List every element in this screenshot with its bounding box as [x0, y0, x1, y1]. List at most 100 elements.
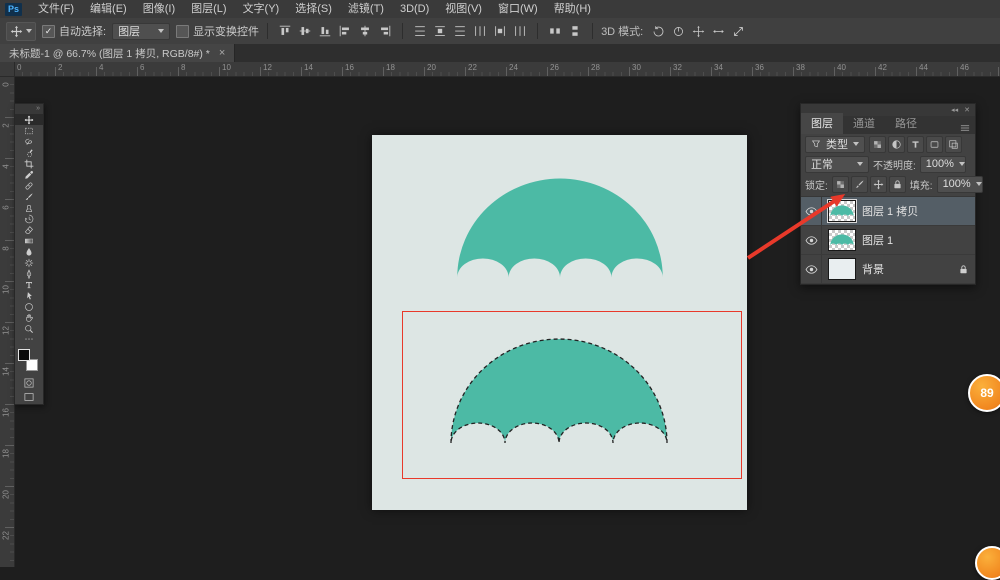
align-top-icon[interactable] [276, 22, 294, 40]
distribute-horizontal-center-icon[interactable] [491, 22, 509, 40]
path-selection-tool[interactable] [15, 290, 43, 301]
menu-item[interactable]: 视图(V) [437, 0, 490, 18]
align-horizontal-center-icon[interactable] [356, 22, 374, 40]
ruler-label: 42 [878, 63, 887, 72]
divider [592, 23, 593, 39]
3d-pan-icon[interactable] [689, 22, 707, 40]
3d-scale-icon[interactable] [729, 22, 747, 40]
3d-roll-icon[interactable] [669, 22, 687, 40]
quick-mask-icon[interactable] [15, 376, 43, 390]
menu-item[interactable]: 图像(I) [135, 0, 183, 18]
umbrella-shape-top [454, 169, 666, 287]
menu-item[interactable]: 滤镜(T) [340, 0, 392, 18]
annotation-arrow [738, 186, 853, 266]
show-transform-checkbox[interactable]: 显示变换控件 [176, 23, 259, 39]
close-panel-icon[interactable]: ✕ [964, 105, 970, 116]
zoom-tool[interactable] [15, 323, 43, 334]
menu-item[interactable]: 图层(L) [183, 0, 234, 18]
horizontal-ruler[interactable]: 0246810121416182022242628303234363840424… [14, 62, 1000, 77]
ruler-label: 34 [714, 63, 723, 72]
screen-mode-icon[interactable] [15, 390, 43, 404]
lasso-tool[interactable] [15, 136, 43, 147]
filter-type-dropdown[interactable]: 类型 [805, 136, 865, 153]
distribute-width-icon[interactable] [546, 22, 564, 40]
auto-select-target-dropdown[interactable]: 图层 [112, 23, 170, 40]
ruler-label: 20 [427, 63, 436, 72]
fill-dropdown[interactable]: 100% [937, 176, 983, 193]
floating-badge[interactable] [975, 546, 1000, 580]
distribute-icons [411, 22, 529, 40]
menu-item[interactable]: 文件(F) [30, 0, 82, 18]
distribute-height-icon[interactable] [566, 22, 584, 40]
floating-badge[interactable]: 89 [968, 374, 1000, 412]
smart-object-filter-icon[interactable] [945, 136, 962, 153]
lock-position-icon[interactable] [870, 176, 887, 193]
lock-all-icon[interactable] [889, 176, 906, 193]
toolbar-collapse-icon[interactable]: » [15, 104, 43, 114]
3d-rotate-icon[interactable] [649, 22, 667, 40]
menu-item[interactable]: 窗口(W) [490, 0, 546, 18]
ruler-label: 46 [960, 63, 969, 72]
panel-tab[interactable]: 路径 [885, 113, 927, 134]
shape-filter-icon[interactable] [926, 136, 943, 153]
blur-tool[interactable] [15, 246, 43, 257]
menu-item[interactable]: 文字(Y) [235, 0, 288, 18]
3d-slide-icon[interactable] [709, 22, 727, 40]
lock-pixels-icon[interactable] [851, 176, 868, 193]
pen-tool[interactable] [15, 268, 43, 279]
dodge-tool[interactable] [15, 257, 43, 268]
ellipse-tool[interactable] [15, 301, 43, 312]
menu-bar: Ps 文件(F)编辑(E)图像(I)图层(L)文字(Y)选择(S)滤镜(T)3D… [0, 0, 1000, 19]
panel-tab[interactable]: 图层 [801, 113, 843, 134]
lock-icon [958, 264, 969, 275]
type-tool[interactable] [15, 279, 43, 290]
align-left-icon[interactable] [336, 22, 354, 40]
clone-stamp-tool[interactable] [15, 202, 43, 213]
arrow-line [748, 200, 836, 258]
document-tab[interactable]: 未标题-1 @ 66.7% (图层 1 拷贝, RGB/8#) * × [0, 44, 235, 62]
menu-item[interactable]: 3D(D) [392, 0, 437, 18]
ruler-label: 38 [796, 63, 805, 72]
type-filter-icon[interactable] [907, 136, 924, 153]
collapse-panel-icon[interactable]: ◂◂ [951, 105, 958, 116]
blend-mode-dropdown[interactable]: 正常 [805, 156, 869, 173]
distribute-top-icon[interactable] [411, 22, 429, 40]
ruler-label: 24 [509, 63, 518, 72]
document-canvas[interactable] [372, 135, 747, 510]
align-vertical-center-icon[interactable] [296, 22, 314, 40]
crop-tool[interactable] [15, 158, 43, 169]
hand-tool[interactable] [15, 312, 43, 323]
panel-menu-icon[interactable] [959, 122, 971, 134]
history-brush-tool[interactable] [15, 213, 43, 224]
align-bottom-icon[interactable] [316, 22, 334, 40]
gradient-tool[interactable] [15, 235, 43, 246]
foreground-color-swatch[interactable] [18, 349, 30, 361]
panel-tab[interactable]: 通道 [843, 113, 885, 134]
opacity-dropdown[interactable]: 100% [920, 156, 966, 173]
auto-select-checkbox[interactable]: ✓ 自动选择: [42, 23, 106, 39]
distribute-vertical-center-icon[interactable] [431, 22, 449, 40]
ruler-label: 4 [99, 63, 103, 72]
distribute-right-icon[interactable] [511, 22, 529, 40]
menu-item[interactable]: 帮助(H) [546, 0, 599, 18]
healing-brush-tool[interactable] [15, 180, 43, 191]
tool-preset-picker[interactable] [6, 22, 36, 41]
menu-item[interactable]: 选择(S) [287, 0, 340, 18]
edit-toolbar-icon[interactable]: ⋯ [15, 334, 43, 345]
quick-selection-tool[interactable] [15, 147, 43, 158]
tab-close-icon[interactable]: × [219, 47, 225, 59]
chevron-down-icon [158, 29, 164, 33]
brush-tool[interactable] [15, 191, 43, 202]
move-tool[interactable] [15, 114, 43, 125]
distribute-left-icon[interactable] [471, 22, 489, 40]
marquee-tool[interactable] [15, 125, 43, 136]
eraser-tool[interactable] [15, 224, 43, 235]
menu-item[interactable]: 编辑(E) [82, 0, 135, 18]
distribute-bottom-icon[interactable] [451, 22, 469, 40]
align-right-icon[interactable] [376, 22, 394, 40]
pixel-filter-icon[interactable] [869, 136, 886, 153]
eyedropper-tool[interactable] [15, 169, 43, 180]
vertical-ruler[interactable]: 0246810121416182022 [0, 76, 15, 567]
adjustment-filter-icon[interactable] [888, 136, 905, 153]
options-bar: ✓ 自动选择: 图层 显示变换控件 3D 模式: [0, 18, 1000, 45]
